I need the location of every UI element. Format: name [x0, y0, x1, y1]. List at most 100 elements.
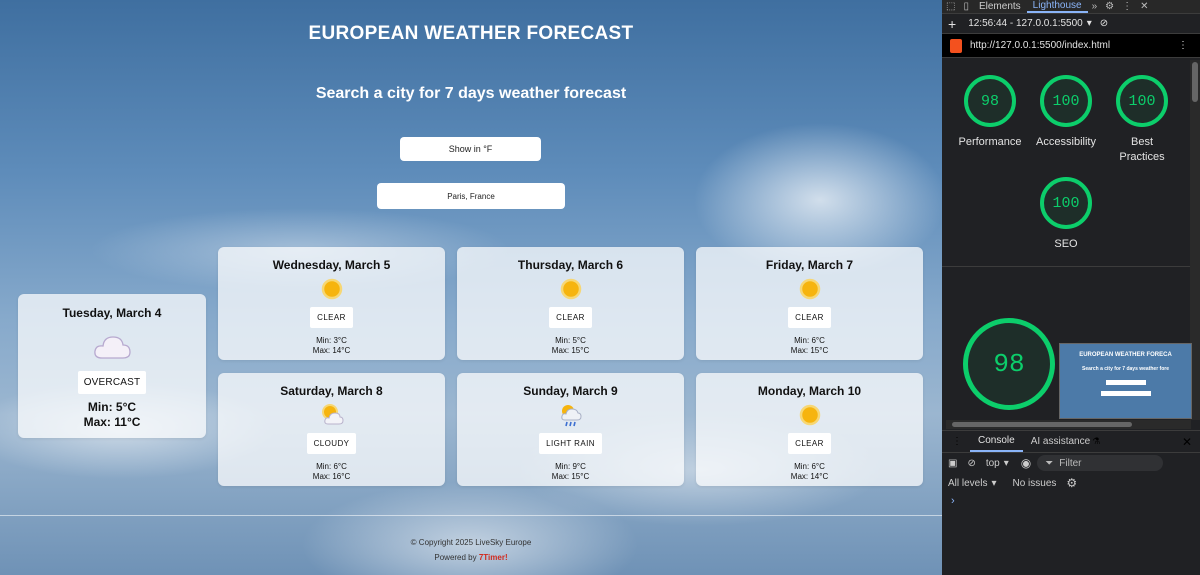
- issues-status[interactable]: No issues: [1013, 478, 1057, 489]
- more-tabs-icon[interactable]: »: [1088, 1, 1102, 12]
- score-ring: 100: [1116, 75, 1168, 127]
- score-ring: 100: [1040, 177, 1092, 229]
- gauge-accessibility[interactable]: 100 Accessibility: [1031, 75, 1101, 150]
- forecast-min-temp: Min: 6°C: [794, 336, 825, 345]
- page-title: EUROPEAN WEATHER FORECAST: [308, 23, 634, 44]
- city-search-input[interactable]: [377, 183, 565, 209]
- gauge-label: Best Practices: [1119, 136, 1165, 163]
- forecast-day: Saturday, March 8: [280, 384, 383, 398]
- gauge-best-practices[interactable]: 100 Best Practices: [1107, 75, 1177, 165]
- lighthouse-toolbar: + 12:56:44 - 127.0.0.1:5500 ▾ ⊘: [942, 14, 1200, 34]
- forecast-max-temp: Max: 15°C: [551, 472, 590, 481]
- chevron-down-icon[interactable]: ▾: [1004, 458, 1009, 469]
- forecast-min-temp: Min: 6°C: [316, 462, 347, 471]
- drawer-tabbar: ⋮ Console AI assistance ⚗ ✕: [942, 431, 1200, 453]
- score-gauges: 98 Performance 100 Accessibility 100 Bes…: [942, 62, 1192, 267]
- context-selector[interactable]: top: [986, 458, 1000, 469]
- clear-icon[interactable]: ⊘: [1100, 18, 1108, 29]
- console-toolbar: ▣ ⊘ top ▾ ◉ ⏷ Filter: [942, 453, 1200, 473]
- forecast-day: Wednesday, March 5: [272, 258, 391, 272]
- gauge-performance[interactable]: 98 Performance: [955, 75, 1025, 150]
- forecast-day: Sunday, March 9: [523, 384, 618, 398]
- rain-icon: [558, 402, 584, 428]
- forecast-max-temp: Max: 15°C: [551, 346, 590, 355]
- forecast-max-temp: Max: 14°C: [790, 472, 829, 481]
- footer-divider: [0, 515, 942, 516]
- partly-cloudy-icon: [319, 402, 345, 428]
- forecast-card: Friday, March 7 CLEAR Min: 6°C Max: 15°C: [696, 247, 923, 360]
- unit-toggle-button[interactable]: Show in °F: [400, 137, 541, 161]
- report-url-bar: http://127.0.0.1:5500/index.html ⋮: [942, 34, 1200, 58]
- forecast-condition: CLEAR: [549, 307, 592, 328]
- clear-console-icon[interactable]: ⊘: [967, 458, 975, 469]
- footer-powered-by: Powered by 7Timer!: [0, 553, 942, 562]
- forecast-condition: CLEAR: [788, 307, 831, 328]
- forecast-condition: CLEAR: [788, 433, 831, 454]
- forecast-card: Thursday, March 6 CLEAR Min: 5°C Max: 15°…: [457, 247, 684, 360]
- score-ring: 100: [1040, 75, 1092, 127]
- forecast-card: Monday, March 10 CLEAR Min: 6°C Max: 14°C: [696, 373, 923, 486]
- forecast-condition: CLOUDY: [306, 433, 357, 454]
- gauge-label: Performance: [958, 136, 1022, 148]
- sun-icon: [319, 276, 345, 302]
- thumbnail-subtitle: Search a city for 7 days weather fore: [1082, 366, 1169, 372]
- console-filter-input[interactable]: ⏷ Filter: [1037, 455, 1164, 471]
- device-toggle-icon[interactable]: ▯: [959, 1, 973, 12]
- performance-big-gauge: 98: [963, 318, 1055, 410]
- forecast-day: Friday, March 7: [765, 258, 854, 272]
- tab-elements[interactable]: Elements: [973, 1, 1027, 12]
- score-ring: 98: [964, 75, 1016, 127]
- tab-lighthouse[interactable]: Lighthouse: [1026, 0, 1088, 13]
- powered-by-label: Powered by: [434, 553, 477, 562]
- page-subtitle: Search a city for 7 days weather forecas…: [315, 85, 627, 102]
- page-screenshot-thumbnail[interactable]: EUROPEAN WEATHER FORECA Search a city fo…: [1059, 343, 1192, 419]
- gauge-label: Accessibility: [1036, 136, 1096, 148]
- log-levels-dropdown[interactable]: All levels: [948, 478, 987, 489]
- filter-icon: ⏷: [1045, 457, 1054, 469]
- today-max-temp: Max: 11°C: [83, 415, 141, 429]
- console-prompt-icon[interactable]: ›: [951, 495, 955, 507]
- today-card: Tuesday, March 4 OVERCAST Min: 5°C Max: …: [18, 294, 206, 438]
- weather-page: EUROPEAN WEATHER FORECAST Search a city …: [0, 0, 942, 575]
- forecast-card: Saturday, March 8 CLOUDY Min: 6°C Max: 16…: [218, 373, 445, 486]
- powered-by-link[interactable]: 7Timer!: [479, 553, 508, 562]
- forecast-card: Wednesday, March 5 CLEAR Min: 3°C Max: 14…: [218, 247, 445, 360]
- section-divider: [942, 266, 1192, 267]
- forecast-min-temp: Min: 5°C: [555, 336, 586, 345]
- gauge-seo[interactable]: 100 SEO: [1031, 177, 1101, 252]
- inspect-icon[interactable]: ⬚: [942, 1, 959, 12]
- gear-icon[interactable]: ⚙: [1066, 476, 1077, 490]
- tab-console[interactable]: Console: [970, 431, 1023, 452]
- chevron-down-icon[interactable]: ▾: [991, 478, 996, 489]
- thumbnail-title: EUROPEAN WEATHER FORECA: [1079, 352, 1172, 358]
- tab-ai-assistance[interactable]: AI assistance: [1023, 432, 1098, 451]
- close-icon[interactable]: ✕: [1182, 435, 1192, 449]
- report-selector[interactable]: 12:56:44 - 127.0.0.1:5500: [968, 18, 1083, 29]
- kebab-menu-icon[interactable]: ⋮: [1118, 1, 1136, 12]
- forecast-max-temp: Max: 16°C: [312, 472, 351, 481]
- forecast-card: Sunday, March 9 LIGHT RAIN Min: 9°C Max: …: [457, 373, 684, 486]
- thumbnail-button: [1105, 380, 1146, 385]
- gear-icon[interactable]: ⚙: [1101, 1, 1118, 12]
- thumbnail-input: [1100, 391, 1151, 396]
- horizontal-scrollbar[interactable]: [946, 420, 1191, 429]
- sun-icon: [558, 276, 584, 302]
- forecast-max-temp: Max: 15°C: [790, 346, 829, 355]
- cloud-icon: [92, 332, 132, 362]
- devtools-tabbar: ⬚ ▯ Elements Lighthouse » ⚙ ⋮ ✕: [942, 0, 1200, 14]
- footer-copyright: © Copyright 2025 LiveSky Europe: [410, 538, 532, 547]
- close-icon[interactable]: ✕: [1136, 1, 1152, 12]
- new-report-icon[interactable]: +: [948, 16, 956, 32]
- forecast-min-temp: Min: 9°C: [555, 462, 586, 471]
- chevron-down-icon[interactable]: ▾: [1087, 18, 1092, 29]
- eye-icon[interactable]: ◉: [1021, 456, 1031, 470]
- forecast-condition: CLEAR: [310, 307, 353, 328]
- sidebar-toggle-icon[interactable]: ▣: [948, 458, 957, 469]
- kebab-menu-icon[interactable]: ⋮: [942, 436, 970, 447]
- today-condition: OVERCAST: [77, 371, 147, 394]
- gauge-label: SEO: [1054, 238, 1078, 250]
- forecast-day: Monday, March 10: [757, 384, 862, 398]
- flask-icon: ⚗: [1092, 436, 1101, 446]
- forecast-min-temp: Min: 3°C: [316, 336, 347, 345]
- kebab-menu-icon[interactable]: ⋮: [1178, 40, 1188, 51]
